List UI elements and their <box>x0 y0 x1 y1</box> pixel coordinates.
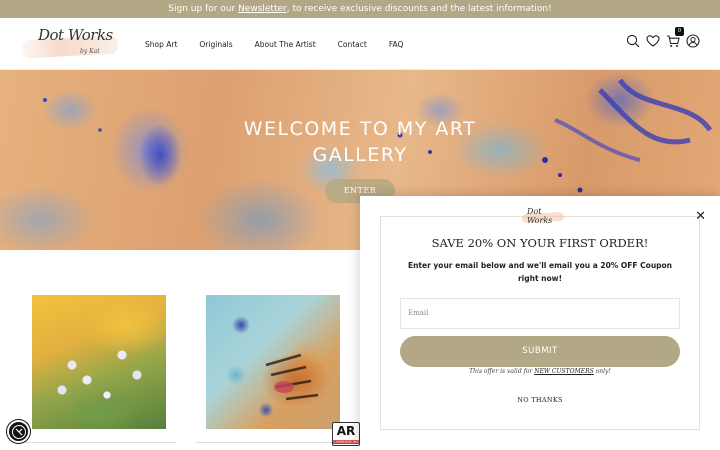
offer-note: This offer is valid for NEW CUSTOMERS on… <box>360 368 720 375</box>
site-header: Dot Works by Kat Shop Art Originals Abou… <box>0 18 720 70</box>
nav-contact[interactable]: Contact <box>338 40 367 49</box>
accessibility-icon <box>11 424 26 439</box>
header-icons: 0 <box>626 27 700 48</box>
new-customers-link[interactable]: NEW CUSTOMERS <box>534 368 594 375</box>
submit-button[interactable]: SUBMIT <box>400 336 680 367</box>
accessibility-button[interactable] <box>7 420 30 443</box>
hero-title: WELCOME TO MY ART GALLERY <box>0 116 720 168</box>
search-icon[interactable] <box>626 33 640 48</box>
no-thanks-button[interactable]: NO THANKS <box>360 396 720 404</box>
product-divider <box>20 442 176 443</box>
badge-sub: COMMISSIONS <box>333 440 359 444</box>
nav-faq[interactable]: FAQ <box>389 40 404 49</box>
logo-sub: by Kat <box>80 48 100 55</box>
hero-title-line2: GALLERY <box>312 144 408 166</box>
main-nav: Shop Art Originals About The Artist Cont… <box>145 18 425 70</box>
popup-logo-script: Dot Works <box>527 207 553 225</box>
popup-title: SAVE 20% ON YOUR FIRST ORDER! <box>431 236 649 250</box>
email-field[interactable]: Email <box>400 298 680 329</box>
tiger-stripes <box>265 353 319 401</box>
offer-note-suffix: only! <box>593 368 611 375</box>
ar-commissions-badge[interactable]: AR COMMISSIONS <box>332 422 360 446</box>
cart-icon[interactable]: 0 <box>666 27 684 47</box>
heart-icon[interactable] <box>646 33 660 47</box>
hero-title-line1: WELCOME TO MY ART <box>243 118 477 140</box>
badge-main: AR <box>336 424 356 438</box>
announcement-suffix: , to receive exclusive discounts and the… <box>286 4 552 14</box>
logo-script: Dot Works <box>38 26 113 44</box>
site-logo[interactable]: Dot Works by Kat <box>21 24 120 64</box>
product-image-flowers[interactable] <box>32 295 166 429</box>
product-image-tiger[interactable] <box>206 295 340 429</box>
announcement-prefix: Sign up for our <box>168 4 239 14</box>
nav-shop-art[interactable]: Shop Art <box>145 40 177 49</box>
page: Sign up for our Newsletter, to receive e… <box>0 0 720 450</box>
newsletter-popup: ✕ Dot Works SAVE 20% ON YOUR FIRST ORDER… <box>360 196 720 450</box>
popup-description: Enter your email below and we'll email y… <box>407 261 673 283</box>
popup-logo: Dot Works <box>520 205 566 229</box>
nav-originals[interactable]: Originals <box>199 40 232 49</box>
newsletter-link[interactable]: Newsletter <box>238 4 287 14</box>
cart-count-badge: 0 <box>675 27 684 36</box>
account-icon[interactable] <box>686 33 700 48</box>
announcement-bar: Sign up for our Newsletter, to receive e… <box>0 0 720 18</box>
nav-about-the-artist[interactable]: About The Artist <box>255 40 316 49</box>
close-icon[interactable]: ✕ <box>695 210 706 224</box>
offer-note-prefix: This offer is valid for <box>469 368 535 375</box>
product-divider <box>196 442 352 443</box>
